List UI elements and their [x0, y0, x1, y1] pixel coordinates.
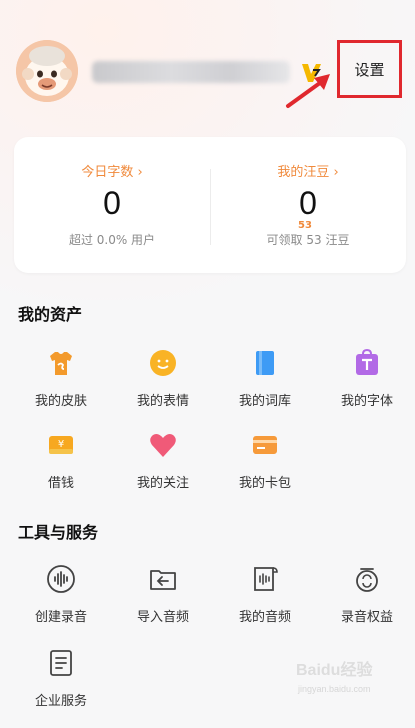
tool-label: 导入音频: [136, 610, 189, 625]
mic-wave-icon: [47, 565, 75, 593]
tool-label: 我的音频: [238, 610, 291, 625]
tool-item-enterprise[interactable]: 企业服务: [10, 648, 112, 728]
username-blurred: [92, 61, 290, 83]
asset-label: 我的字体: [340, 394, 393, 409]
today-words-value: 0: [103, 185, 121, 221]
wang-beans-bubble: 53: [298, 220, 312, 231]
tool-item-my-audio[interactable]: 我的音频: [214, 564, 316, 644]
stats-card: 今日字数 › 0 超过 0.0% 用户 我的汪豆 › 0 可领取 53 汪豆: [14, 137, 406, 273]
asset-label: 我的关注: [136, 476, 189, 491]
heart-icon: [150, 434, 176, 457]
monkey-avatar-icon: [16, 40, 78, 102]
asset-item-font[interactable]: 我的字体: [316, 348, 415, 428]
asset-item-lexicon[interactable]: 我的词库: [214, 348, 316, 428]
font-bag-icon: [356, 348, 378, 375]
tool-label: 创建录音: [34, 610, 87, 625]
tool-item-create-recording[interactable]: 创建录音: [10, 564, 112, 644]
asset-label: 我的词库: [238, 394, 291, 409]
yen-card-icon: ¥: [49, 436, 73, 454]
today-words-stat[interactable]: 今日字数 › 0 超过 0.0% 用户: [14, 137, 210, 273]
audio-doc-icon: [254, 567, 278, 591]
wang-beans-claimable: 可领取 53 汪豆: [266, 233, 350, 247]
watermark-brand: Baidu经验: [296, 662, 373, 679]
shirt-icon: [50, 352, 72, 375]
baidu-watermark: Baidu经验 jingyan.baidu.com: [296, 656, 412, 704]
asset-item-loan[interactable]: ¥ 借钱: [10, 430, 112, 510]
today-words-rank: 超过 0.0% 用户: [68, 233, 156, 247]
tool-label: 企业服务: [34, 694, 87, 709]
smile-icon: [150, 350, 176, 376]
asset-item-skin[interactable]: 我的皮肤: [10, 348, 112, 428]
asset-label: 我的卡包: [238, 476, 291, 491]
today-words-title[interactable]: 今日字数 ›: [14, 161, 210, 180]
asset-label: 我的表情: [136, 394, 189, 409]
tool-label: 录音权益: [340, 610, 393, 625]
assets-section-title: 我的资产: [18, 305, 83, 324]
asset-label: 我的皮肤: [34, 394, 87, 409]
asset-label: 借钱: [47, 476, 74, 491]
annotation-arrow-icon: [286, 74, 330, 108]
asset-item-emoji[interactable]: 我的表情: [112, 348, 214, 428]
wang-beans-value: 0: [299, 185, 317, 221]
asset-item-cardpack[interactable]: 我的卡包: [214, 430, 316, 510]
wang-beans-title[interactable]: 我的汪豆 ›: [210, 161, 406, 180]
tool-item-recording-rights[interactable]: 录音权益: [316, 564, 415, 644]
asset-item-follow[interactable]: 我的关注: [112, 430, 214, 510]
enterprise-doc-icon: [50, 650, 72, 676]
svg-text:¥: ¥: [58, 439, 64, 450]
watermark-url: jingyan.baidu.com: [298, 684, 371, 694]
import-folder-icon: [150, 570, 176, 590]
recording-rights-icon: [356, 568, 378, 592]
tools-section-title: 工具与服务: [18, 523, 99, 542]
card-icon: [253, 436, 277, 454]
tool-item-import-audio[interactable]: 导入音频: [112, 564, 214, 644]
book-icon: [256, 351, 274, 375]
settings-button[interactable]: 设置: [337, 40, 402, 98]
avatar[interactable]: [16, 40, 78, 102]
wang-beans-stat[interactable]: 我的汪豆 › 0 可领取 53 汪豆: [210, 137, 406, 273]
